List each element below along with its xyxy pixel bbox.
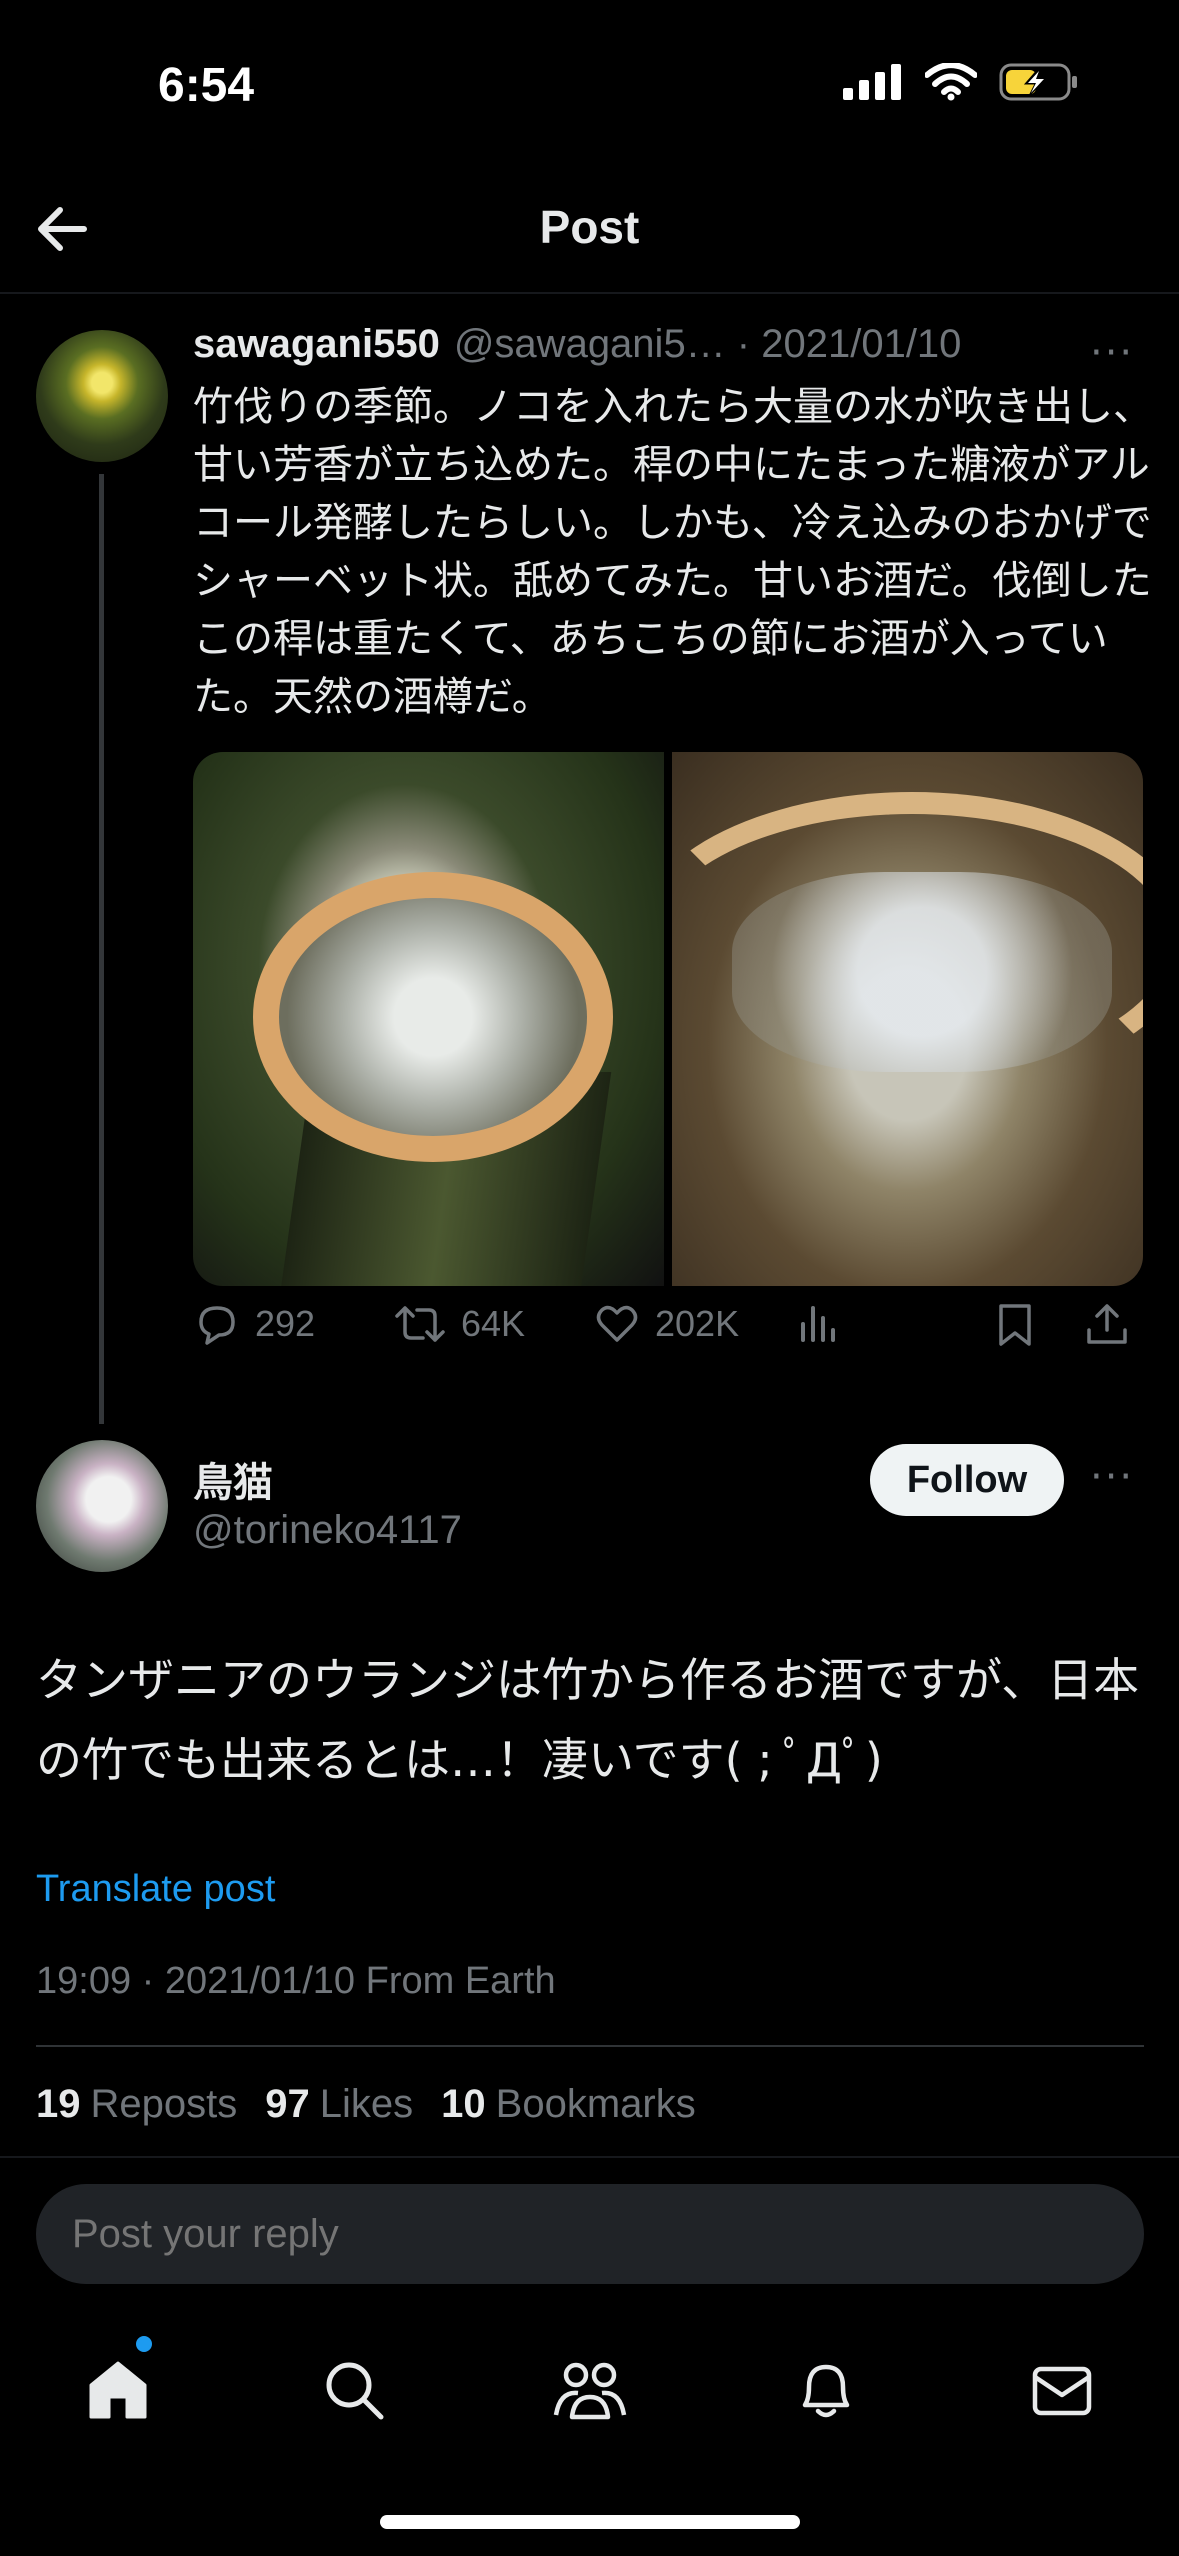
- original-post-header: sawagani550 @sawagani5… · 2021/01/10: [193, 322, 1143, 367]
- bookmark-icon: [999, 1304, 1031, 1346]
- post-media[interactable]: [193, 752, 1143, 1286]
- translate-link[interactable]: Translate post: [36, 1868, 275, 1911]
- battery-charging-icon: [999, 63, 1077, 101]
- header-divider: [0, 292, 1179, 294]
- bookmark-button[interactable]: [993, 1300, 1037, 1348]
- reply-input[interactable]: [36, 2184, 1144, 2284]
- author-handle-date: @sawagani5… · 2021/01/10: [453, 322, 962, 366]
- more-options-icon[interactable]: ···: [1090, 330, 1134, 376]
- notification-dot: [136, 2336, 152, 2352]
- reply-icon: [199, 1306, 235, 1345]
- avatar[interactable]: [36, 1440, 168, 1572]
- divider: [0, 2156, 1179, 2158]
- post-image[interactable]: [672, 752, 1143, 1286]
- analytics-icon: [801, 1306, 835, 1342]
- bottom-nav: [0, 2330, 1179, 2460]
- home-indicator: [380, 2515, 800, 2529]
- nav-home[interactable]: [78, 2350, 158, 2430]
- nav-messages[interactable]: [1022, 2350, 1102, 2430]
- bamboo-rim: [672, 792, 1143, 1092]
- divider: [36, 2045, 1144, 2047]
- engagement-stats: 19 Reposts 97 Likes 10 Bookmarks: [36, 2082, 696, 2127]
- author-name[interactable]: sawagani550: [193, 322, 440, 367]
- post-timestamp: 19:09 · 2021/01/10 From Earth: [36, 1960, 556, 2002]
- reply-author-handle[interactable]: @torineko4117: [193, 1508, 462, 1553]
- reply-author-name[interactable]: 鳥猫: [193, 1450, 273, 1508]
- nav-search[interactable]: [314, 2350, 394, 2430]
- views-button[interactable]: [797, 1300, 841, 1348]
- like-button[interactable]: 202K: [593, 1300, 739, 1348]
- messages-icon: [1032, 2366, 1092, 2416]
- reposts-stat[interactable]: 19 Reposts: [36, 2082, 237, 2127]
- avatar[interactable]: [36, 330, 168, 462]
- like-count: 202K: [655, 1303, 740, 1344]
- nav-notifications[interactable]: [786, 2350, 866, 2430]
- cellular-signal-icon: [843, 64, 901, 100]
- post-text: 竹伐りの季節。ノコを入れたら大量の水が吹き出し、甘い芳香が立ち込めた。稈の中にた…: [193, 384, 1153, 720]
- thread-line: [99, 474, 104, 1424]
- more-options-icon[interactable]: ···: [1090, 1454, 1134, 1500]
- reply-button[interactable]: 292: [193, 1300, 315, 1348]
- page-title: Post: [539, 201, 640, 253]
- communities-icon: [553, 2362, 627, 2420]
- search-icon: [326, 2362, 384, 2420]
- share-icon: [1087, 1304, 1127, 1344]
- bamboo-rim: [253, 872, 613, 1162]
- nav-communities[interactable]: [550, 2350, 630, 2430]
- heart-icon: [596, 1305, 638, 1342]
- reply-text: タンザニアのウランジは竹から作るお酒ですが、日本の竹でも出来るとは…！凄いです(…: [36, 1653, 1140, 1787]
- repost-count: 64K: [461, 1303, 526, 1344]
- follow-button[interactable]: Follow: [870, 1444, 1064, 1516]
- repost-icon: [395, 1306, 445, 1342]
- share-button[interactable]: [1083, 1300, 1131, 1348]
- status-icons: [843, 62, 1079, 102]
- notifications-icon: [802, 2364, 850, 2418]
- post-actions: 292 64K 202K: [193, 1300, 1143, 1374]
- repost-button[interactable]: 64K: [393, 1300, 525, 1348]
- status-time: 6:54: [158, 59, 255, 112]
- post-image[interactable]: [193, 752, 664, 1286]
- home-icon: [89, 2361, 147, 2419]
- wifi-icon: [925, 63, 977, 101]
- bookmarks-stat[interactable]: 10 Bookmarks: [441, 2082, 696, 2127]
- likes-stat[interactable]: 97 Likes: [265, 2082, 413, 2127]
- reply-count: 292: [255, 1303, 316, 1344]
